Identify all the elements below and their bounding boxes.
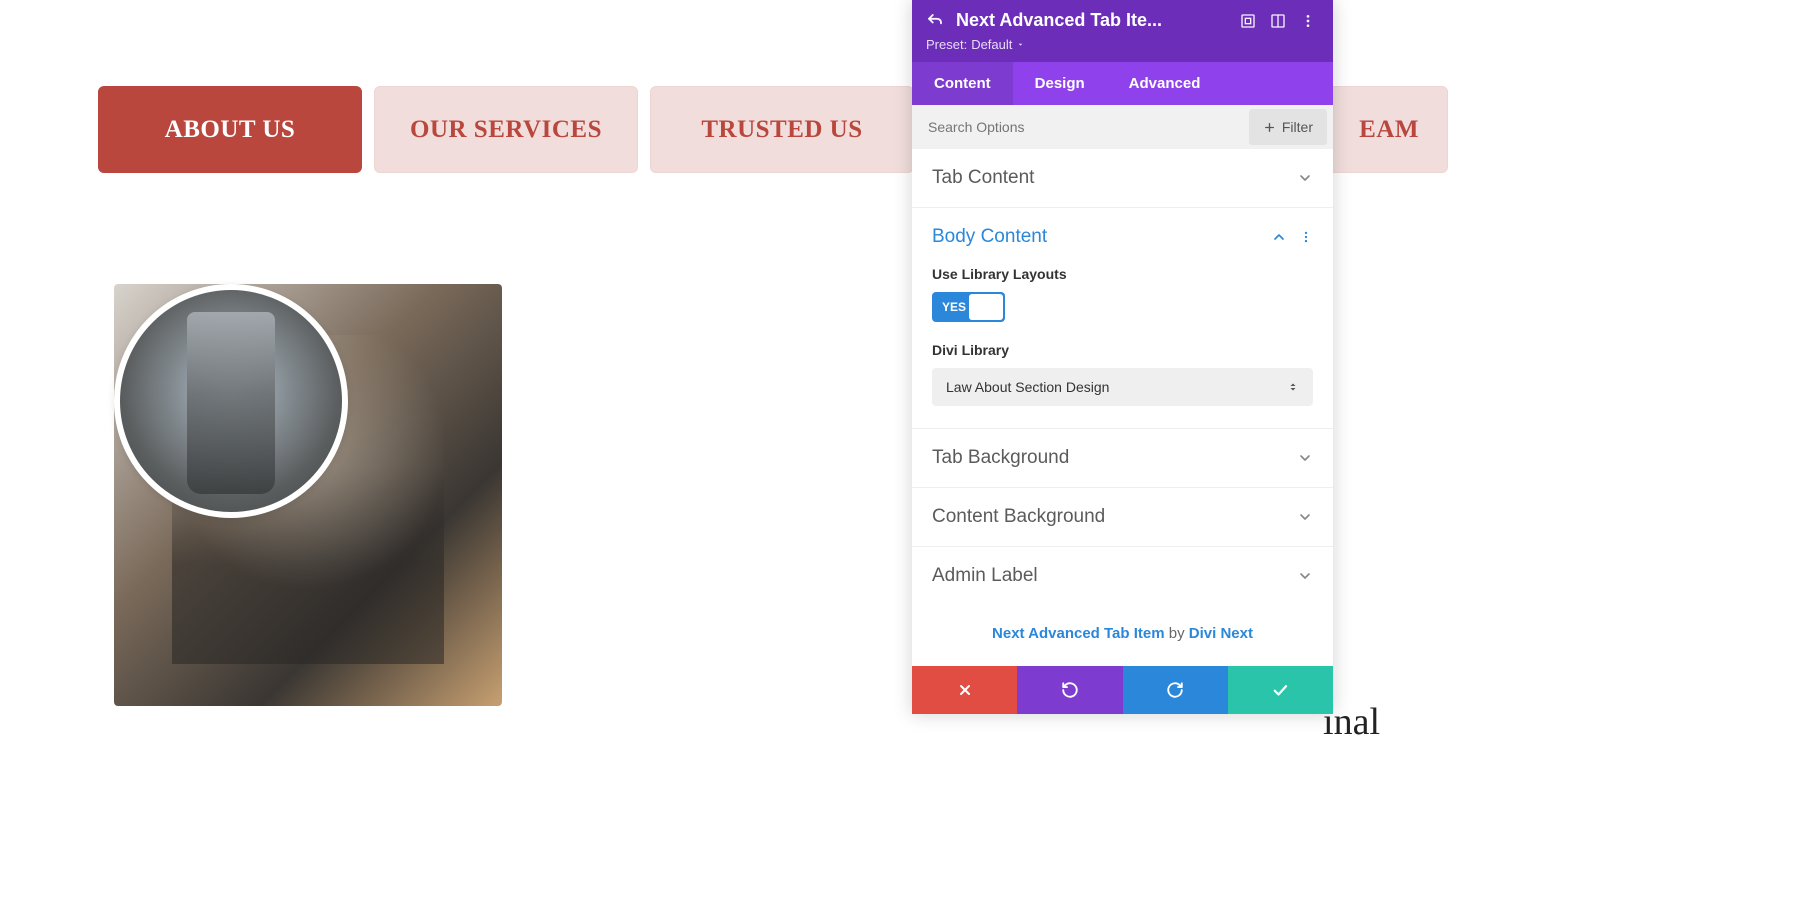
divi-library-select[interactable]: Law About Section Design [932,368,1313,406]
redo-button[interactable] [1123,666,1228,714]
section-content-background: Content Background [912,488,1333,547]
search-row: Filter [912,105,1333,149]
snap-icon[interactable] [1269,12,1287,30]
panel-tab-advanced[interactable]: Advanced [1107,62,1223,105]
section-tab-background-header[interactable]: Tab Background [912,429,1333,487]
chevron-down-icon [1297,568,1313,584]
section-tab-content-header[interactable]: Tab Content [912,149,1333,207]
section-content-background-header[interactable]: Content Background [912,488,1333,546]
credit-by: by [1165,625,1189,642]
section-tab-background: Tab Background [912,429,1333,488]
section-body-content-header[interactable]: Body Content [912,208,1333,266]
more-icon[interactable] [1299,230,1313,244]
section-admin-label: Admin Label [912,547,1333,605]
panel-tab-content[interactable]: Content [912,62,1013,105]
toggle-value: YES [932,300,966,314]
panel-title: Next Advanced Tab Ite... [956,10,1227,31]
panel-header: Next Advanced Tab Ite... Preset: Default [912,0,1333,62]
redo-icon [1166,681,1184,699]
section-content-background-title: Content Background [932,506,1105,528]
justice-statue-circle [114,284,348,518]
section-tab-content-title: Tab Content [932,167,1034,189]
back-icon[interactable] [926,12,944,30]
section-admin-label-header[interactable]: Admin Label [912,547,1333,605]
select-arrows-icon [1287,381,1299,393]
panel-footer [912,666,1333,714]
about-image-group [114,284,502,706]
close-button[interactable] [912,666,1017,714]
section-tab-background-title: Tab Background [932,447,1069,469]
divi-library-label: Divi Library [932,342,1313,358]
tab-trusted-us[interactable]: TRUSTED US [650,86,914,173]
filter-label: Filter [1282,119,1313,135]
tab-our-services[interactable]: OUR SERVICES [374,86,638,173]
section-body-content-body: Use Library Layouts YES Divi Library Law… [912,266,1333,428]
preset-label: Preset: [926,37,967,52]
use-library-toggle[interactable]: YES [932,292,1005,322]
section-tab-content: Tab Content [912,149,1333,208]
undo-button[interactable] [1017,666,1122,714]
credit-module-link[interactable]: Next Advanced Tab Item [992,625,1165,642]
module-credit: Next Advanced Tab Item by Divi Next [912,605,1333,666]
tab-about-us[interactable]: ABOUT US [98,86,362,173]
divi-library-value: Law About Section Design [946,379,1109,395]
credit-author-link[interactable]: Divi Next [1189,625,1253,642]
chevron-down-icon [1297,509,1313,525]
search-input[interactable] [912,107,1243,147]
use-library-label: Use Library Layouts [932,266,1313,282]
save-button[interactable] [1228,666,1333,714]
page-tab-row: ABOUT US OUR SERVICES TRUSTED US EAM [98,86,914,173]
undo-icon [1061,681,1079,699]
panel-tab-row: Content Design Advanced [912,62,1333,105]
toggle-knob [969,294,1003,320]
chevron-down-icon [1016,40,1025,49]
module-settings-panel: Next Advanced Tab Ite... Preset: Default… [912,0,1333,714]
expand-icon[interactable] [1239,12,1257,30]
section-body-content: Body Content Use Library Layouts YES Div… [912,208,1333,429]
chevron-up-icon [1271,229,1287,245]
panel-tab-design[interactable]: Design [1013,62,1107,105]
preset-value: Default [971,37,1012,52]
preset-selector[interactable]: Preset: Default [926,37,1317,52]
tab-team-partial[interactable]: EAM [1318,86,1448,173]
chevron-down-icon [1297,450,1313,466]
more-icon[interactable] [1299,12,1317,30]
close-icon [957,682,973,698]
plus-icon [1263,121,1276,134]
section-body-content-title: Body Content [932,226,1047,248]
section-admin-label-title: Admin Label [932,565,1038,587]
chevron-down-icon [1297,170,1313,186]
filter-button[interactable]: Filter [1249,109,1327,145]
check-icon [1271,681,1289,699]
